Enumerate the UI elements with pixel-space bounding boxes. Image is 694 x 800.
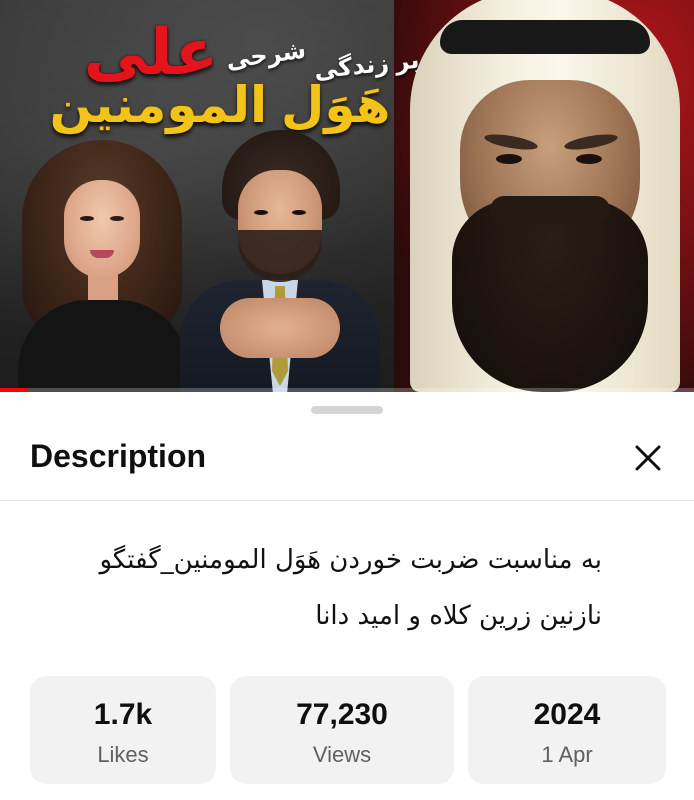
sheikh-eye-right (576, 154, 602, 164)
close-button[interactable] (624, 434, 672, 482)
thumbnail-title-art: علی شرحی بر زندگی هَوَل المومنین (10, 18, 430, 138)
sheikh-agal (440, 20, 650, 54)
likes-stat: 1.7k Likes (30, 676, 216, 784)
thumbnail-sheikh-figure (380, 0, 694, 392)
sheet-drag-handle[interactable] (311, 406, 383, 414)
thumbnail-title-yellow: هَوَل المومنین (49, 77, 391, 133)
man-beard (238, 230, 322, 282)
thumbnail-title-red: علی (83, 16, 219, 88)
woman-face (64, 180, 140, 278)
video-thumbnail[interactable]: علی شرحی بر زندگی هَوَل المومنین (0, 0, 694, 392)
date-stat: 2024 1 Apr (468, 676, 666, 784)
likes-label: Likes (97, 742, 149, 767)
close-icon (635, 445, 661, 471)
woman-eye-left (80, 216, 94, 221)
sheikh-beard (452, 200, 648, 392)
video-description: به مناسبت ضربت خوردن هَوَل المومنین_گفتگ… (30, 532, 603, 644)
thumbnail-title-line-1: علی شرحی بر زندگی (83, 16, 421, 88)
description-sheet: Description به مناسبت ضربت خوردن هَوَل ا… (0, 392, 694, 800)
header-divider (0, 500, 694, 501)
description-line-2: نازنین زرین کلاه و امید دانا (315, 601, 602, 631)
thumbnail-woman-figure (18, 140, 188, 392)
sheikh-mustache (490, 196, 610, 224)
man-hands (220, 298, 340, 358)
views-stat: 77,230 Views (230, 676, 454, 784)
thumbnail-title-small-1: شرحی (224, 36, 308, 75)
man-eye-right (292, 210, 306, 215)
woman-eye-right (110, 216, 124, 221)
sheikh-brow-left (483, 131, 539, 153)
likes-count: 1.7k (93, 698, 153, 731)
thumbnail-man-figure (180, 130, 380, 392)
views-count: 77,230 (296, 698, 388, 731)
upload-year: 2024 (533, 698, 601, 731)
sheikh-brow-right (563, 131, 619, 153)
sheikh-eye-left (496, 154, 522, 164)
description-line-1: به مناسبت ضربت خوردن هَوَل المومنین_گفتگ… (99, 545, 603, 575)
sheet-title: Description (30, 438, 207, 474)
video-stats: 1.7k Likes 77,230 Views 2024 1 Apr (30, 676, 666, 784)
sheet-header: Description (0, 422, 694, 502)
man-eye-left (254, 210, 268, 215)
views-label: Views (312, 742, 372, 767)
upload-date: 1 Apr (541, 742, 593, 767)
woman-lips (90, 250, 114, 258)
